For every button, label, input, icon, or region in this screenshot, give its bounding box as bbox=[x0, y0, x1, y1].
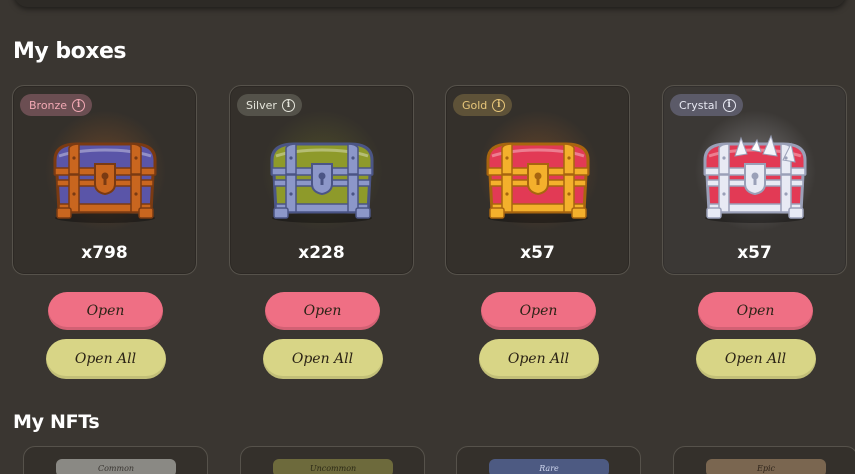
epic-nft-card[interactable]: Epic bbox=[673, 446, 855, 474]
my-boxes-heading: My boxes bbox=[13, 39, 126, 64]
tier-label: Crystal bbox=[679, 98, 718, 112]
open-all-gold-button[interactable]: Open All bbox=[478, 339, 599, 379]
tier-badge[interactable]: Gold i bbox=[453, 94, 513, 116]
open-gold-button[interactable]: Open bbox=[481, 292, 596, 330]
open-all-crystal-button[interactable]: Open All bbox=[695, 339, 816, 379]
silver-box-card: Silver i x228 bbox=[229, 85, 414, 275]
open-crystal-button[interactable]: Open bbox=[698, 292, 813, 330]
gold-box-card: Gold i x57 bbox=[445, 85, 630, 275]
bronze-box-card: Bronze i x798 bbox=[12, 85, 197, 275]
open-bronze-button[interactable]: Open bbox=[48, 292, 163, 330]
box-count: x228 bbox=[298, 243, 345, 263]
crystal-box-card: Crystal i x57 bbox=[662, 85, 847, 275]
box-count: x57 bbox=[737, 243, 772, 263]
box-count: x57 bbox=[520, 243, 555, 263]
tier-badge[interactable]: Silver i bbox=[237, 94, 302, 116]
info-icon[interactable]: i bbox=[281, 98, 295, 112]
crystal-chest-icon bbox=[697, 134, 813, 224]
open-all-silver-button[interactable]: Open All bbox=[262, 339, 383, 379]
my-nfts-heading: My NFTs bbox=[13, 411, 100, 433]
tier-label: Gold bbox=[462, 98, 488, 112]
bronze-chest-icon bbox=[47, 134, 163, 224]
top-panel bbox=[14, 0, 846, 7]
silver-chest-icon bbox=[264, 134, 380, 224]
rare-nft-card[interactable]: Rare bbox=[456, 446, 641, 474]
info-icon[interactable]: i bbox=[72, 98, 86, 112]
rarity-label: Rare bbox=[539, 464, 559, 473]
info-icon[interactable]: i bbox=[722, 98, 736, 112]
rarity-label: Uncommon bbox=[309, 464, 357, 473]
open-silver-button[interactable]: Open bbox=[265, 292, 380, 330]
info-icon[interactable]: i bbox=[492, 98, 506, 112]
rarity-tag: Common bbox=[56, 459, 176, 474]
tier-badge[interactable]: Bronze i bbox=[20, 94, 93, 116]
rarity-tag: Epic bbox=[706, 459, 826, 474]
uncommon-nft-card[interactable]: Uncommon bbox=[240, 446, 425, 474]
rarity-label: Epic bbox=[757, 464, 775, 473]
box-count: x798 bbox=[81, 243, 128, 263]
common-nft-card[interactable]: Common bbox=[23, 446, 208, 474]
rarity-label: Common bbox=[97, 464, 135, 473]
rarity-tag: Uncommon bbox=[273, 459, 393, 474]
gold-chest-icon bbox=[480, 134, 596, 224]
rarity-tag: Rare bbox=[489, 459, 609, 474]
page: My boxes Bronze i x798 Open Open All Sil… bbox=[0, 0, 855, 474]
tier-badge[interactable]: Crystal i bbox=[670, 94, 743, 116]
tier-label: Silver bbox=[246, 98, 277, 112]
tier-label: Bronze bbox=[29, 98, 68, 112]
open-all-bronze-button[interactable]: Open All bbox=[45, 339, 166, 379]
